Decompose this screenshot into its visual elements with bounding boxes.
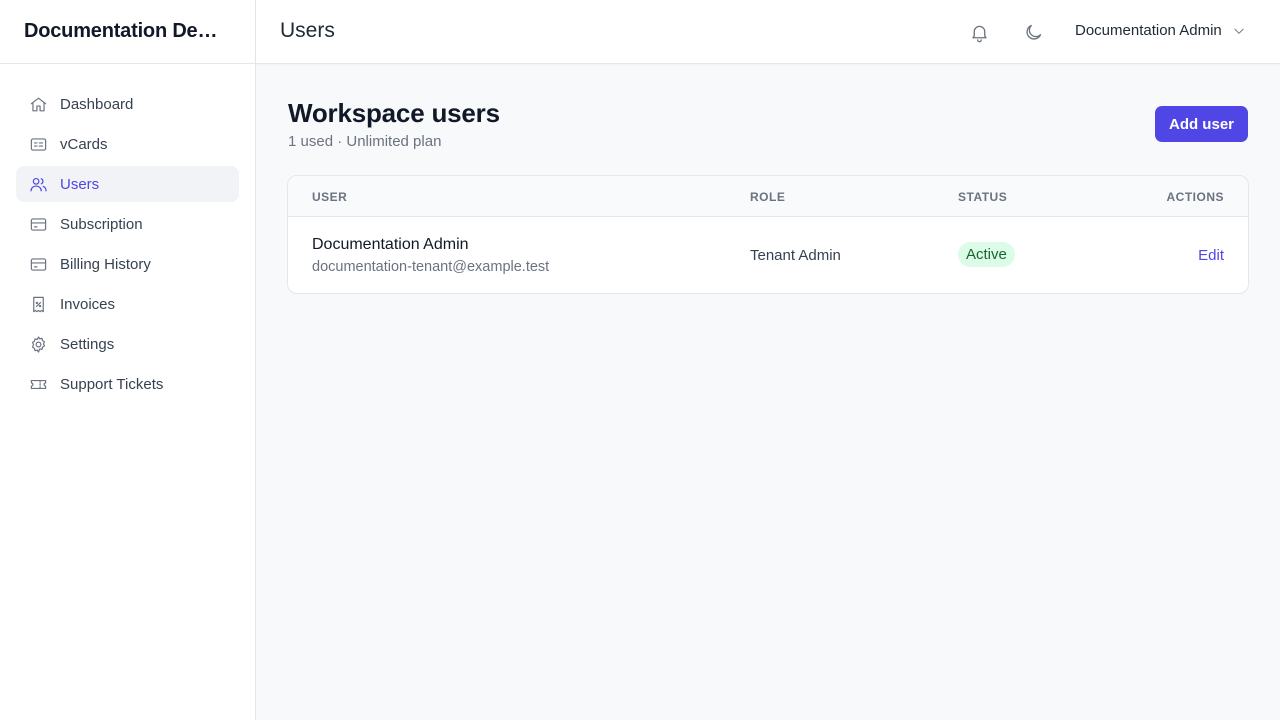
column-header-user: USER (312, 190, 348, 204)
chevron-down-icon (1234, 28, 1244, 34)
sidebar: Documentation Demo Tenant Dashboard vCar… (0, 0, 256, 720)
users-table: USER ROLE STATUS ACTIONS Documentation A… (287, 175, 1249, 294)
user-menu-name: Documentation Admin (1075, 22, 1222, 39)
sidebar-item-label: Subscription (60, 215, 143, 233)
add-user-button[interactable]: Add user (1155, 106, 1248, 142)
sidebar-item-label: Billing History (60, 255, 151, 273)
sidebar-item-billing-history[interactable]: Billing History (16, 246, 239, 282)
sidebar-item-label: Settings (60, 335, 115, 353)
column-header-status: STATUS (958, 190, 1008, 204)
sidebar-item-label: Support Tickets (60, 375, 164, 393)
user-email: documentation-tenant@example.test (312, 259, 550, 275)
column-header-actions: ACTIONS (1166, 190, 1224, 204)
user-name: Documentation Admin (312, 236, 469, 253)
dark-mode-toggle[interactable] (1021, 20, 1045, 44)
edit-user-link[interactable]: Edit (1198, 247, 1224, 264)
notifications-button[interactable] (967, 20, 991, 44)
table-header: USER ROLE STATUS ACTIONS (288, 176, 1248, 217)
bell-icon (971, 25, 987, 42)
gear-icon (28, 334, 48, 354)
moon-icon (1025, 24, 1041, 40)
home-icon (28, 94, 48, 114)
sidebar-nav: Dashboard vCards Users Subscription Bill… (0, 64, 255, 402)
receipt-icon (28, 294, 48, 314)
user-menu[interactable]: Documentation Admin (1075, 22, 1246, 39)
topbar: Users Documentation Admin (256, 0, 1280, 64)
brand: Documentation Demo Tenant (0, 0, 255, 64)
section-heading: Workspace users (288, 98, 500, 128)
sidebar-item-invoices[interactable]: Invoices (16, 286, 239, 322)
sidebar-item-label: vCards (60, 135, 108, 153)
usage-subtitle: 1 used · Unlimited plan (288, 133, 442, 150)
sidebar-item-support-tickets[interactable]: Support Tickets (16, 366, 239, 402)
users-icon (28, 174, 48, 194)
sidebar-item-label: Users (60, 175, 100, 193)
table-row: Documentation Admin documentation-tenant… (288, 217, 1248, 293)
sidebar-item-subscription[interactable]: Subscription (16, 206, 239, 242)
id-card-icon (28, 134, 48, 154)
sidebar-item-settings[interactable]: Settings (16, 326, 239, 362)
ticket-icon (28, 374, 48, 394)
credit-card-icon (28, 214, 48, 234)
page-title: Users (280, 19, 335, 42)
status-badge: Active (958, 242, 1015, 267)
sidebar-item-dashboard[interactable]: Dashboard (16, 86, 239, 122)
column-header-role: ROLE (750, 190, 786, 204)
sidebar-item-label: Dashboard (60, 95, 134, 113)
user-role: Tenant Admin (750, 247, 841, 264)
sidebar-item-vcards[interactable]: vCards (16, 126, 239, 162)
sidebar-item-label: Invoices (60, 295, 116, 313)
sidebar-item-users[interactable]: Users (16, 166, 239, 202)
credit-card-icon (28, 254, 48, 274)
brand-name[interactable]: Documentation Demo Tenant (24, 20, 224, 43)
